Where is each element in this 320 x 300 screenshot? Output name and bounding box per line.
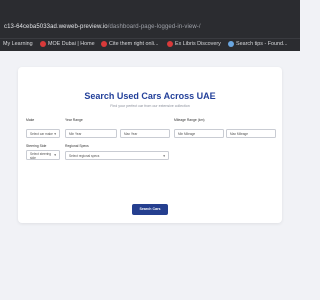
- min-year-placeholder: Min Year: [69, 132, 82, 137]
- min-year-input[interactable]: Min Year: [65, 129, 117, 138]
- bookmark-label: MOE Dubai | Home: [48, 41, 95, 47]
- chevron-down-icon: ▾: [54, 153, 56, 157]
- regional-specs-select[interactable]: Select regional specs ▾: [65, 151, 169, 160]
- make-select-value: Select car make: [30, 132, 53, 137]
- max-year-input[interactable]: Max Year: [120, 129, 170, 138]
- max-year-placeholder: Max Year: [124, 132, 138, 137]
- steering-side-select[interactable]: Select steering side ▾: [26, 150, 60, 160]
- steering-side-value: Select steering side: [30, 152, 52, 160]
- regional-specs-value: Select regional specs: [69, 154, 100, 159]
- bookmarks-bar: My Learning MOE Dubai | Home Cite them r…: [0, 38, 300, 51]
- regional-specs-label: Regional Specs: [65, 144, 89, 148]
- page-subtitle: Find your perfect car from our extensive…: [110, 104, 190, 108]
- year-range-label: Year Range: [65, 118, 83, 122]
- bookmark-label: My Learning: [3, 41, 33, 47]
- make-label: Make: [26, 118, 35, 122]
- bookmark-label: Cite them right onli...: [109, 41, 159, 47]
- bookmark-ex-libris[interactable]: Ex Libris Discovery: [167, 41, 221, 47]
- url-host: c13-64ceba5033ad.weweb-preview.io: [4, 24, 108, 30]
- url-path: /dashboard-page-logged-in-view-/: [107, 24, 201, 30]
- cloud-favicon-icon: [228, 41, 234, 47]
- bookmark-search-tips[interactable]: Search tips - Found...: [228, 41, 288, 47]
- search-card: Search Used Cars Across UAE Find your pe…: [18, 67, 282, 223]
- bookmark-label: Ex Libris Discovery: [175, 41, 221, 47]
- chevron-down-icon: ▾: [54, 132, 56, 136]
- max-mileage-placeholder: Max Mileage: [230, 132, 249, 137]
- exlibris-favicon-icon: [167, 41, 173, 47]
- cite-favicon-icon: [101, 41, 107, 47]
- bookmark-label: Search tips - Found...: [236, 41, 288, 47]
- moe-favicon-icon: [40, 41, 46, 47]
- steering-side-label: Steering Side: [26, 144, 47, 148]
- bookmark-my-learning[interactable]: My Learning: [3, 41, 33, 47]
- search-cars-button[interactable]: Search Cars: [132, 204, 168, 215]
- min-mileage-placeholder: Min Mileage: [178, 132, 196, 137]
- browser-address-bar: c13-64ceba5033ad.weweb-preview.io/dashbo…: [0, 0, 300, 38]
- page-title: Search Used Cars Across UAE: [84, 91, 216, 101]
- page-body: Search Used Cars Across UAE Find your pe…: [0, 51, 300, 300]
- bookmark-moe-dubai[interactable]: MOE Dubai | Home: [40, 41, 95, 47]
- mileage-range-label: Mileage Range (km): [174, 118, 205, 122]
- url-field[interactable]: c13-64ceba5033ad.weweb-preview.io/dashbo…: [4, 24, 201, 30]
- chevron-down-icon: ▾: [163, 154, 165, 158]
- bookmark-cite-them-right[interactable]: Cite them right onli...: [101, 41, 158, 47]
- min-mileage-input[interactable]: Min Mileage: [174, 129, 224, 138]
- max-mileage-input[interactable]: Max Mileage: [226, 129, 276, 138]
- make-select[interactable]: Select car make ▾: [26, 129, 60, 138]
